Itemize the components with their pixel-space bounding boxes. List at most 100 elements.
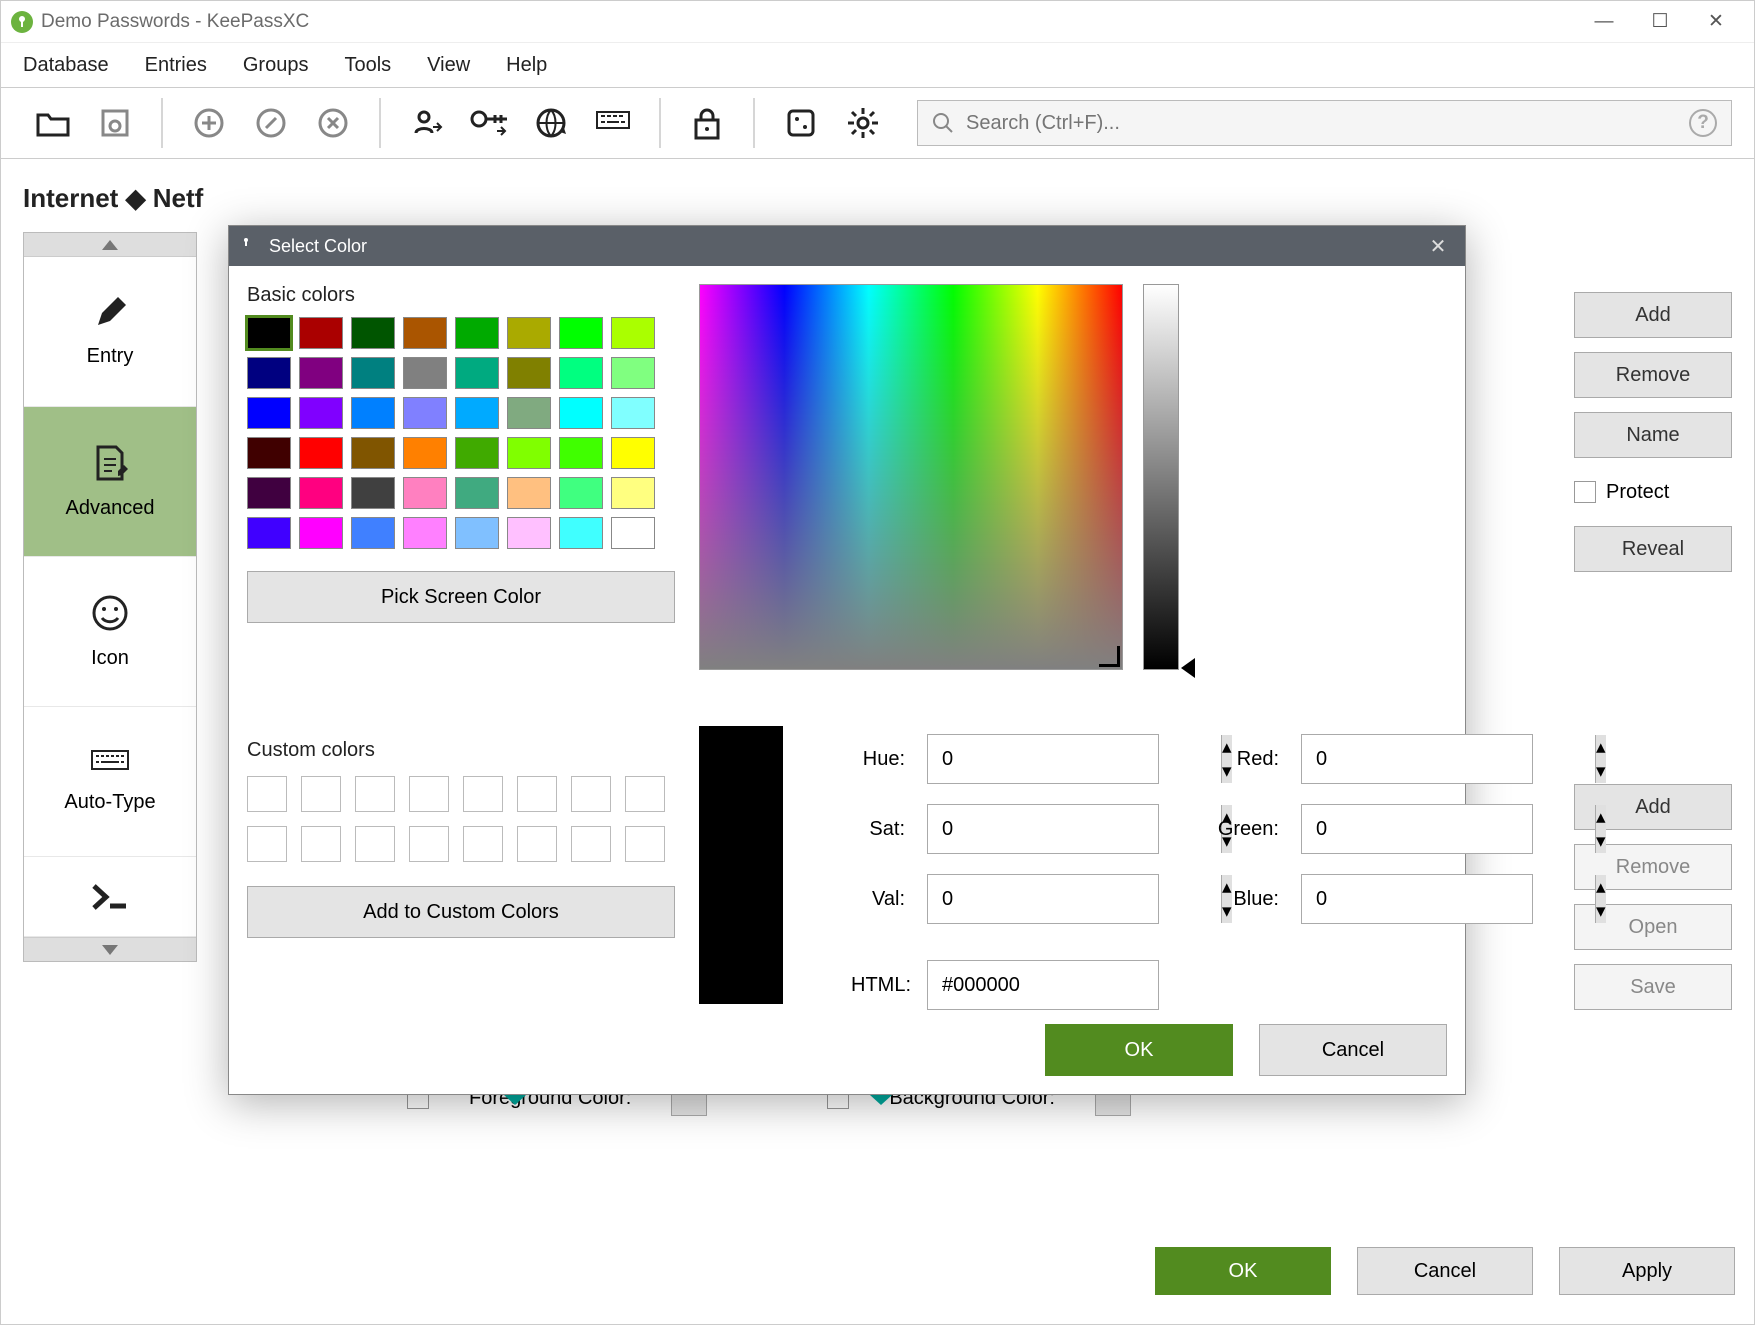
attr-name-button[interactable]: Name	[1574, 412, 1732, 458]
sidenav-scroll-down[interactable]	[24, 937, 196, 961]
basic-swatch[interactable]	[247, 437, 291, 469]
basic-swatch[interactable]	[351, 357, 395, 389]
val-input[interactable]: ▴▾	[927, 874, 1159, 924]
basic-swatch[interactable]	[351, 317, 395, 349]
basic-swatch[interactable]	[611, 397, 655, 429]
menu-help[interactable]: Help	[506, 54, 547, 77]
close-button[interactable]: ✕	[1688, 5, 1744, 39]
basic-swatch[interactable]	[299, 517, 343, 549]
basic-swatch[interactable]	[247, 517, 291, 549]
custom-swatch[interactable]	[517, 826, 557, 862]
search-input[interactable]	[966, 112, 1677, 135]
basic-swatch[interactable]	[455, 477, 499, 509]
red-input[interactable]: ▴▾	[1301, 734, 1533, 784]
basic-swatch[interactable]	[403, 357, 447, 389]
basic-swatch[interactable]	[403, 437, 447, 469]
custom-swatch[interactable]	[625, 776, 665, 812]
copy-password-icon[interactable]	[459, 98, 519, 148]
custom-swatch[interactable]	[247, 776, 287, 812]
attr-protect-check[interactable]: Protect	[1574, 472, 1732, 512]
basic-swatch[interactable]	[351, 477, 395, 509]
custom-swatch[interactable]	[571, 776, 611, 812]
custom-swatch[interactable]	[571, 826, 611, 862]
sidenav-autotype[interactable]: Auto-Type	[24, 707, 196, 857]
settings-icon[interactable]	[833, 98, 893, 148]
basic-swatch[interactable]	[247, 477, 291, 509]
custom-swatch[interactable]	[463, 826, 503, 862]
basic-swatch[interactable]	[611, 517, 655, 549]
html-input[interactable]	[927, 960, 1159, 1010]
basic-swatch[interactable]	[559, 357, 603, 389]
basic-swatch[interactable]	[403, 477, 447, 509]
copy-url-icon[interactable]	[521, 98, 581, 148]
sat-input[interactable]: ▴▾	[927, 804, 1159, 854]
basic-swatch[interactable]	[351, 517, 395, 549]
blue-input[interactable]: ▴▾	[1301, 874, 1533, 924]
basic-swatch[interactable]	[299, 357, 343, 389]
copy-username-icon[interactable]	[397, 98, 457, 148]
basic-swatch[interactable]	[559, 477, 603, 509]
basic-swatch[interactable]	[299, 397, 343, 429]
custom-swatch[interactable]	[301, 776, 341, 812]
basic-swatch[interactable]	[611, 357, 655, 389]
basic-swatch[interactable]	[455, 397, 499, 429]
value-pointer[interactable]	[1181, 658, 1195, 678]
value-strip[interactable]	[1143, 284, 1179, 670]
cancel-button[interactable]: Cancel	[1357, 1247, 1533, 1295]
custom-swatch[interactable]	[355, 826, 395, 862]
custom-swatch[interactable]	[301, 826, 341, 862]
basic-swatch[interactable]	[455, 317, 499, 349]
basic-swatch[interactable]	[299, 437, 343, 469]
custom-swatch[interactable]	[355, 776, 395, 812]
menu-tools[interactable]: Tools	[344, 54, 391, 77]
ok-button[interactable]: OK	[1155, 1247, 1331, 1295]
color-gradient[interactable]	[699, 284, 1123, 670]
sidenav-scroll-up[interactable]	[24, 233, 196, 257]
custom-swatch[interactable]	[463, 776, 503, 812]
basic-swatch[interactable]	[299, 477, 343, 509]
basic-swatch[interactable]	[559, 397, 603, 429]
basic-swatch[interactable]	[403, 317, 447, 349]
menu-entries[interactable]: Entries	[145, 54, 207, 77]
open-database-icon[interactable]	[23, 98, 83, 148]
basic-swatch[interactable]	[403, 397, 447, 429]
basic-swatch[interactable]	[559, 317, 603, 349]
save-database-icon[interactable]	[85, 98, 145, 148]
basic-swatch[interactable]	[299, 317, 343, 349]
basic-swatch[interactable]	[247, 397, 291, 429]
basic-swatch[interactable]	[507, 477, 551, 509]
custom-swatch[interactable]	[517, 776, 557, 812]
basic-swatch[interactable]	[507, 397, 551, 429]
basic-swatch[interactable]	[455, 437, 499, 469]
basic-swatch[interactable]	[403, 517, 447, 549]
basic-swatch[interactable]	[455, 517, 499, 549]
sidenav-more[interactable]	[24, 857, 196, 937]
basic-swatch[interactable]	[559, 517, 603, 549]
apply-button[interactable]: Apply	[1559, 1247, 1735, 1295]
custom-swatch[interactable]	[247, 826, 287, 862]
basic-swatch[interactable]	[559, 437, 603, 469]
basic-swatch[interactable]	[351, 397, 395, 429]
basic-swatch[interactable]	[611, 437, 655, 469]
basic-swatch[interactable]	[507, 357, 551, 389]
attr-add-button[interactable]: Add	[1574, 292, 1732, 338]
basic-swatch[interactable]	[507, 317, 551, 349]
delete-entry-icon[interactable]	[303, 98, 363, 148]
pick-screen-color-button[interactable]: Pick Screen Color	[247, 571, 675, 623]
menu-database[interactable]: Database	[23, 54, 109, 77]
minimize-button[interactable]: —	[1576, 5, 1632, 39]
sidenav-entry[interactable]: Entry	[24, 257, 196, 407]
dialog-ok-button[interactable]: OK	[1045, 1024, 1233, 1076]
attach-save-button[interactable]: Save	[1574, 964, 1732, 1010]
green-input[interactable]: ▴▾	[1301, 804, 1533, 854]
password-generator-icon[interactable]	[771, 98, 831, 148]
autotype-icon[interactable]	[583, 98, 643, 148]
attr-reveal-button[interactable]: Reveal	[1574, 526, 1732, 572]
custom-swatch[interactable]	[409, 776, 449, 812]
help-icon[interactable]: ?	[1689, 109, 1717, 137]
add-entry-icon[interactable]	[179, 98, 239, 148]
sidenav-advanced[interactable]: Advanced	[24, 407, 196, 557]
dialog-close-button[interactable]: ✕	[1423, 234, 1453, 259]
attr-remove-button[interactable]: Remove	[1574, 352, 1732, 398]
menu-groups[interactable]: Groups	[243, 54, 309, 77]
